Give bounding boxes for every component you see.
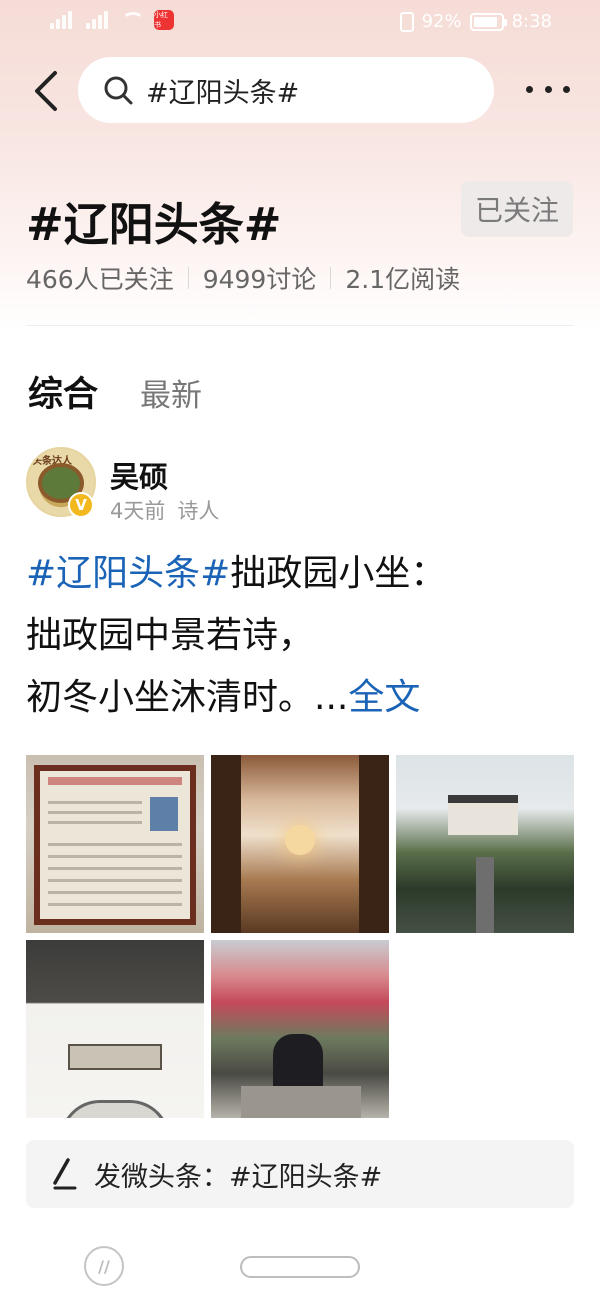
content-text: 初冬小坐沐清时。... [26, 677, 349, 718]
more-dot [563, 85, 570, 93]
clock: 8:38 [511, 11, 552, 32]
xiaohongshu-app-icon: 小红书 [154, 10, 174, 30]
battery-level [473, 16, 498, 27]
pavilion [448, 795, 518, 835]
followers-count: 466人已关注 [26, 265, 174, 294]
interior-window-photo[interactable] [211, 755, 389, 933]
bench [241, 1086, 361, 1118]
post-content[interactable]: #辽阳头条#拙政园小坐： 拙政园中景若诗， 初冬小坐沐清时。...全文 [26, 543, 576, 729]
person [273, 1034, 323, 1094]
battery-icon [469, 12, 507, 31]
board-text-line [48, 903, 182, 906]
status-bar-left: 小红书 [50, 10, 174, 30]
followed-button[interactable]: 已关注 [461, 181, 573, 237]
content-line-1: #辽阳头条#拙政园小坐： [26, 543, 576, 605]
corridor-plaque-photo[interactable] [26, 940, 204, 1118]
signal-icon [50, 11, 76, 29]
vibrate-icon [399, 11, 414, 32]
author-role: 诗人 [177, 499, 220, 523]
full-text-link[interactable]: 全文 [348, 677, 420, 718]
info-board [34, 765, 196, 925]
status-bar: 小红书 92% 8:38 [0, 0, 600, 46]
search-icon [104, 76, 133, 105]
board-text-line [48, 891, 182, 894]
man-sitting-garden-photo[interactable] [211, 940, 389, 1118]
read-count: 2.1亿阅读 [345, 265, 461, 294]
board-text-line [48, 867, 182, 870]
board-text-line [48, 843, 182, 846]
discussion-count: 9499讨论 [202, 265, 317, 294]
content-line-3: 初冬小坐沐清时。...全文 [26, 667, 576, 729]
board-text-line [48, 879, 182, 882]
post-time: 4天前 [110, 499, 166, 523]
stats-divider [187, 267, 189, 289]
signal-icon [86, 11, 112, 29]
topic-title: #辽阳头条# [26, 198, 282, 251]
content-line-2: 拙政园中景若诗， [26, 615, 315, 656]
chevron-left-icon [35, 71, 57, 111]
topic-stats: 466人已关注 9499讨论 2.1亿阅读 [26, 260, 460, 296]
verified-badge-icon: V [68, 492, 94, 518]
board-title-bar [48, 777, 182, 785]
board-text-line [48, 855, 182, 858]
lamp-glow [285, 825, 315, 855]
search-box[interactable]: #辽阳头条# [78, 57, 494, 123]
wifi-icon [122, 12, 144, 28]
board-text-line [48, 801, 142, 804]
publish-post-bar[interactable]: 发微头条：#辽阳头条# [26, 1140, 574, 1208]
board-text-line [48, 821, 142, 824]
home-indicator[interactable] [240, 1256, 360, 1278]
plaque [68, 1044, 162, 1070]
content-text: 拙政园小坐： [230, 553, 447, 594]
more-dot [526, 85, 533, 93]
status-bar-right: 92% 8:38 [399, 11, 552, 32]
info-board-photo[interactable] [26, 755, 204, 933]
hashtag-link[interactable]: #辽阳头条# [26, 553, 230, 594]
pen-icon [53, 1158, 77, 1190]
battery-percent: 92% [421, 11, 462, 32]
post-meta: 4天前 诗人 [110, 495, 219, 525]
publish-label: 发微头条：#辽阳头条# [94, 1161, 383, 1193]
board-portrait [150, 797, 178, 831]
header-divider [26, 325, 574, 326]
stone-lantern [476, 857, 494, 933]
window-frame [211, 755, 241, 933]
tab-latest[interactable]: 最新 [140, 370, 202, 415]
search-query: #辽阳头条# [146, 77, 300, 109]
pavilion-pond-photo[interactable] [396, 755, 574, 933]
back-button[interactable] [26, 66, 66, 116]
author-name[interactable]: 吴硕 [110, 454, 168, 496]
window-frame [359, 755, 389, 933]
moon-gate [60, 1100, 170, 1118]
more-dot [544, 85, 552, 93]
tab-comprehensive[interactable]: 综合 [28, 366, 98, 417]
app-logo-icon[interactable]: // [84, 1246, 124, 1286]
stats-divider [330, 267, 332, 289]
board-text-line [48, 811, 142, 814]
more-options-button[interactable] [526, 74, 570, 104]
